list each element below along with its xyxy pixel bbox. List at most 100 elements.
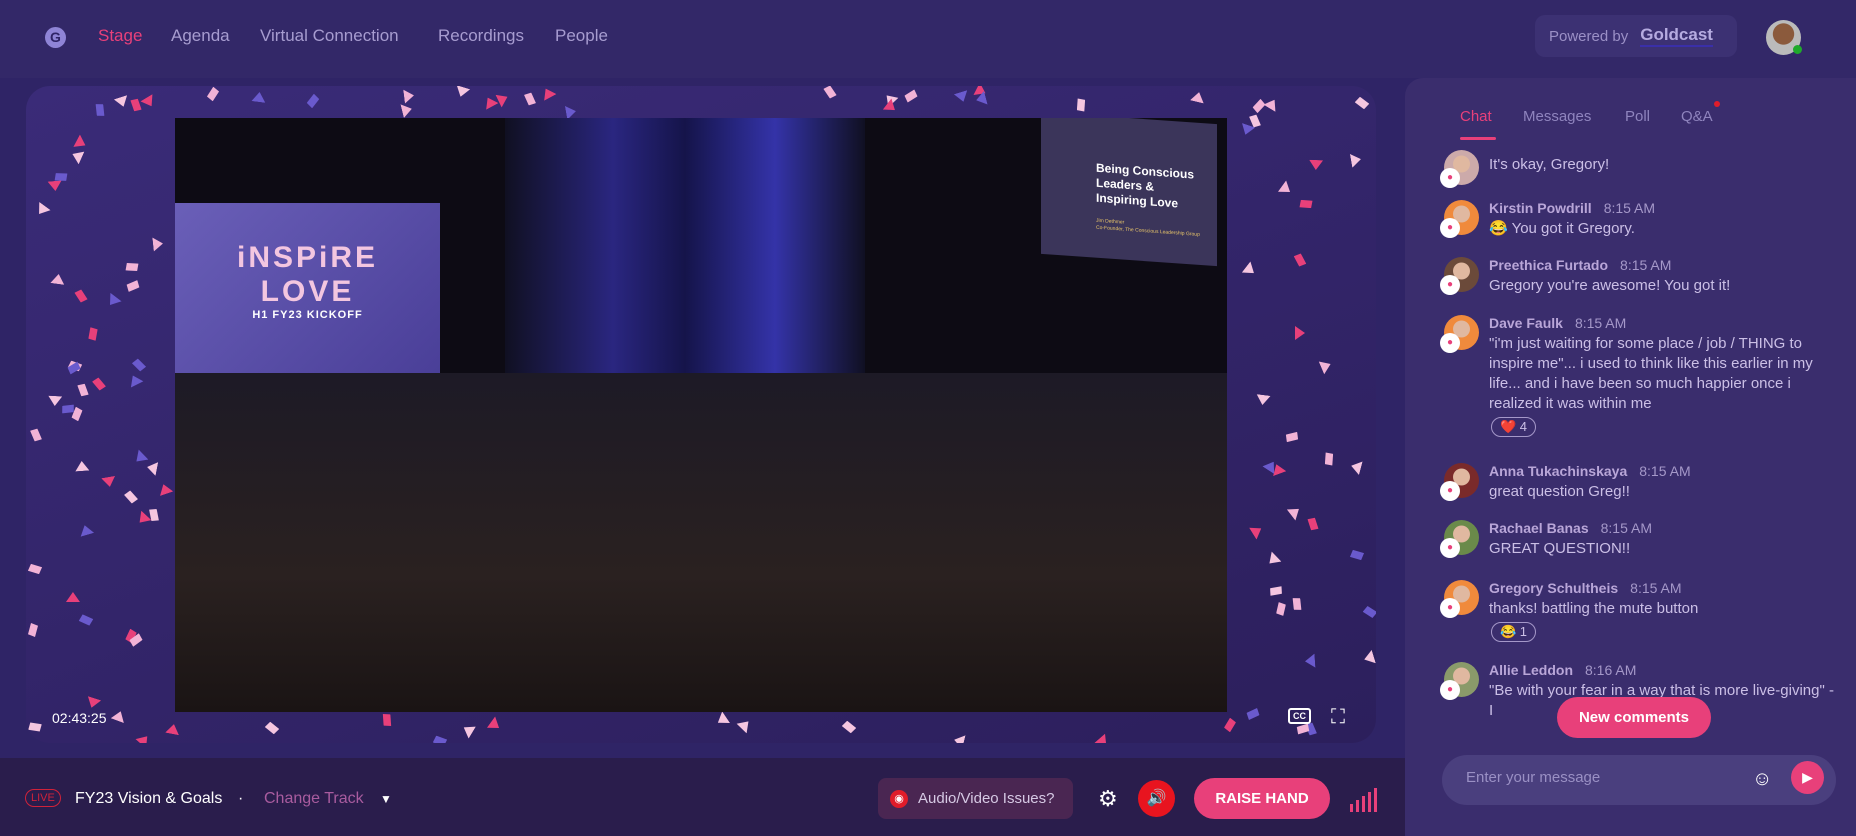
- nav-stage[interactable]: Stage: [98, 26, 142, 46]
- av-issues-button[interactable]: ◉ Audio/Video Issues?: [878, 778, 1073, 819]
- confetti-decoration: [48, 396, 63, 407]
- confetti-decoration: [114, 95, 130, 109]
- signal-strength-icon: [1350, 788, 1377, 812]
- tab-chat[interactable]: Chat: [1460, 108, 1492, 125]
- message-time: 8:15 AM: [1600, 520, 1652, 536]
- emoji-icon[interactable]: ☺: [1752, 768, 1772, 791]
- confetti-decoration: [496, 91, 511, 108]
- message-author: Preethica Furtado 8:15 AM: [1489, 257, 1671, 273]
- message-input-box: [1442, 755, 1836, 805]
- confetti-decoration: [28, 721, 43, 732]
- author-name: Anna Tukachinskaya: [1489, 463, 1628, 479]
- confetti-decoration: [482, 94, 499, 109]
- attendee-badge-icon: ●: [1440, 218, 1460, 238]
- raise-hand-button[interactable]: RAISE HAND: [1194, 778, 1330, 819]
- confetti-decoration: [1283, 429, 1300, 445]
- reaction-chip[interactable]: ❤️ 4: [1491, 417, 1537, 437]
- confetti-decoration: [1309, 160, 1323, 170]
- powered-by-badge[interactable]: Powered by Goldcast: [1535, 15, 1737, 57]
- confetti-decoration: [73, 135, 88, 152]
- slide-title: Being Conscious Leaders & Inspiring Love: [1096, 160, 1195, 211]
- confetti-decoration: [206, 86, 220, 102]
- live-badge: LIVE: [25, 789, 61, 807]
- confetti-decoration: [166, 723, 182, 735]
- tab-messages[interactable]: Messages: [1523, 108, 1591, 125]
- confetti-decoration: [954, 90, 970, 104]
- message-input[interactable]: [1466, 769, 1756, 786]
- confetti-decoration: [145, 460, 157, 476]
- confetti-decoration: [841, 720, 858, 735]
- goldcast-logo-icon[interactable]: G: [45, 27, 66, 48]
- confetti-decoration: [93, 101, 107, 118]
- av-issues-label: Audio/Video Issues?: [918, 790, 1055, 807]
- confetti-decoration: [1244, 705, 1261, 722]
- confetti-decoration: [104, 293, 121, 309]
- confetti-decoration: [1095, 734, 1112, 743]
- confetti-decoration: [1190, 91, 1206, 104]
- wifi-icon: ◉: [890, 789, 908, 808]
- attendee-badge-icon: ●: [1440, 538, 1460, 558]
- backdrop-line2: LOVE: [260, 275, 355, 308]
- confetti-decoration: [74, 460, 89, 471]
- confetti-decoration: [48, 180, 63, 191]
- confetti-decoration: [714, 711, 730, 728]
- backdrop-line1: iNSPiRE: [236, 241, 379, 274]
- nav-people[interactable]: People: [555, 26, 608, 46]
- message-text: It's okay, Gregory!: [1489, 156, 1610, 173]
- stage-backdrop: iNSPiRE LOVE H1 FY23 KICKOFF: [175, 203, 440, 373]
- confetti-decoration: [136, 731, 153, 743]
- confetti-decoration: [1362, 605, 1376, 619]
- nav-agenda[interactable]: Agenda: [171, 26, 230, 46]
- attendee-badge-icon: ●: [1440, 168, 1460, 188]
- confetti-decoration: [140, 94, 157, 110]
- confetti-decoration: [152, 236, 163, 251]
- confetti-decoration: [1350, 459, 1363, 475]
- message-author: Rachael Banas 8:15 AM: [1489, 520, 1652, 536]
- confetti-decoration: [1349, 152, 1361, 168]
- message-text: thanks! battling the mute button: [1489, 600, 1699, 617]
- nav-recordings[interactable]: Recordings: [438, 26, 524, 46]
- speaker-icon[interactable]: 🔊: [1138, 780, 1175, 817]
- stage-curtain: [505, 118, 865, 373]
- send-icon[interactable]: ▶: [1791, 761, 1824, 794]
- confetti-decoration: [486, 717, 502, 734]
- confetti-decoration: [124, 261, 140, 274]
- stage-panel: iNSPiRE LOVE H1 FY23 KICKOFF Being Consc…: [26, 86, 1376, 743]
- confetti-decoration: [65, 591, 80, 602]
- message-author: Gregory Schultheis 8:15 AM: [1489, 580, 1682, 596]
- tab-poll[interactable]: Poll: [1625, 108, 1650, 125]
- new-comments-button[interactable]: New comments: [1557, 697, 1711, 738]
- confetti-decoration: [70, 148, 85, 165]
- confetti-decoration: [131, 358, 148, 374]
- confetti-decoration: [1362, 650, 1376, 666]
- reaction-chip[interactable]: 😂 1: [1491, 622, 1537, 642]
- confetti-decoration: [1287, 503, 1303, 520]
- confetti-decoration: [902, 88, 919, 105]
- confetti-decoration: [521, 91, 538, 108]
- author-name: Dave Faulk: [1489, 315, 1563, 331]
- message-text: 😂 You got it Gregory.: [1489, 220, 1635, 237]
- gear-icon[interactable]: ⚙: [1098, 786, 1118, 812]
- confetti-decoration: [1075, 97, 1087, 113]
- confetti-decoration: [251, 91, 266, 103]
- video-player[interactable]: iNSPiRE LOVE H1 FY23 KICKOFF Being Consc…: [175, 118, 1227, 712]
- fullscreen-icon[interactable]: ⛶: [1331, 706, 1345, 729]
- confetti-decoration: [822, 86, 839, 101]
- confetti-decoration: [90, 376, 107, 392]
- chevron-down-icon[interactable]: ▼: [380, 792, 392, 806]
- attendee-badge-icon: ●: [1440, 598, 1460, 618]
- message-author: Anna Tukachinskaya 8:15 AM: [1489, 463, 1691, 479]
- tab-qa[interactable]: Q&A: [1681, 108, 1713, 125]
- audience-scene: [175, 373, 1227, 712]
- confetti-decoration: [102, 476, 118, 488]
- message-time: 8:15 AM: [1603, 200, 1656, 216]
- message-time: 8:15 AM: [1630, 580, 1682, 596]
- confetti-decoration: [78, 614, 93, 626]
- confetti-decoration: [1305, 654, 1316, 669]
- nav-virtual-connection[interactable]: Virtual Connection: [260, 26, 399, 46]
- change-track-button[interactable]: Change Track: [264, 790, 364, 808]
- confetti-decoration: [127, 372, 144, 387]
- message-author: Allie Leddon 8:16 AM: [1489, 662, 1636, 678]
- closed-captions-button[interactable]: CC: [1288, 708, 1311, 724]
- confetti-decoration: [88, 327, 99, 342]
